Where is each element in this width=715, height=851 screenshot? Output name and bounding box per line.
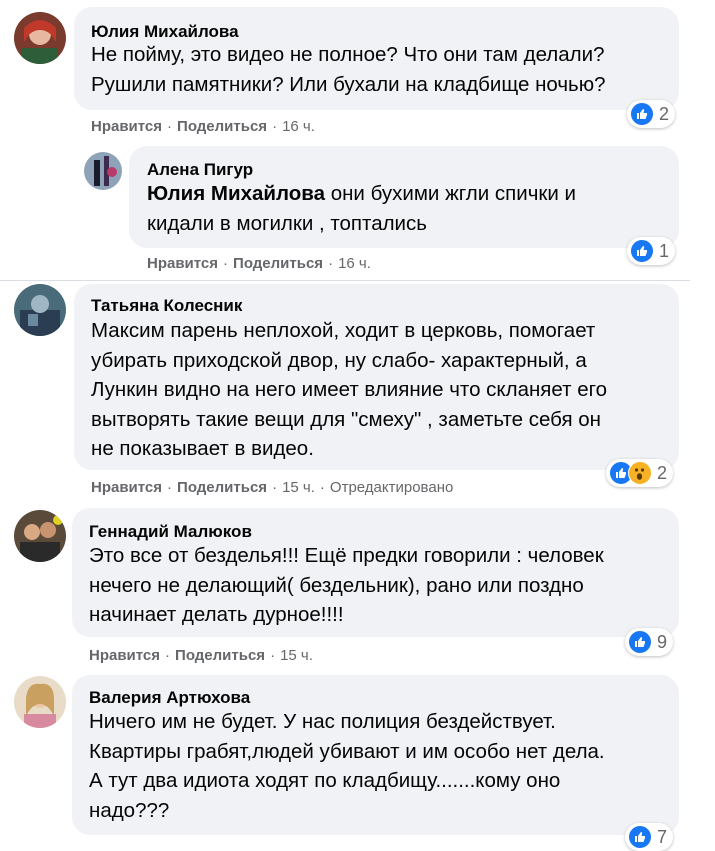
- mention-link[interactable]: Юлия Михайлова: [147, 182, 325, 205]
- comment-line: начинает делать дурное!!!!: [89, 603, 344, 626]
- comment-line: вытворять такие вещи для "смеху" , замет…: [91, 407, 601, 431]
- reply-actions: Нравится · Поделиться · 16 ч.: [147, 255, 371, 272]
- share-button[interactable]: Поделиться: [175, 647, 265, 664]
- comment-line: Рушили памятники? Или бухали на кладбище…: [91, 72, 606, 96]
- comment-line: Лункин видно на него имеет влияние что с…: [91, 378, 608, 401]
- share-button[interactable]: Поделиться: [177, 479, 267, 496]
- share-button[interactable]: Поделиться: [177, 118, 267, 135]
- like-button[interactable]: Нравится: [89, 647, 160, 664]
- like-icon: [630, 239, 654, 263]
- avatar[interactable]: [14, 510, 66, 562]
- edited-label[interactable]: Отредактировано: [330, 479, 453, 496]
- reactions-badge[interactable]: 2: [606, 459, 674, 487]
- comment-author[interactable]: Татьяна Колесник: [91, 296, 242, 316]
- reactions-badge[interactable]: 9: [625, 628, 674, 656]
- reply-text: Юлия Михайлова они бухими жгли спички и …: [147, 179, 576, 238]
- avatar[interactable]: [84, 152, 122, 190]
- like-button[interactable]: Нравится: [91, 479, 162, 496]
- comment-line: Не пойму, это видео не полное? Что они т…: [91, 43, 605, 66]
- like-button[interactable]: Нравится: [91, 118, 162, 135]
- comment-text: Максим парень неплохой, ходит в церковь,…: [91, 316, 607, 464]
- timestamp[interactable]: 16 ч.: [338, 255, 371, 272]
- comment-text: Не пойму, это видео не полное? Что они т…: [91, 40, 606, 99]
- avatar[interactable]: [14, 284, 66, 336]
- reactions-badge[interactable]: 2: [627, 100, 676, 128]
- comment-line: не показывает в видео.: [91, 437, 314, 460]
- reactions-badge[interactable]: 7: [625, 823, 674, 851]
- timestamp[interactable]: 16 ч.: [282, 118, 315, 135]
- comment-actions: Нравится · Поделиться · 16 ч.: [91, 118, 315, 135]
- reply-author[interactable]: Алена Пигур: [147, 160, 253, 180]
- like-icon: [630, 102, 654, 126]
- comment-line: кидали в могилки , топтались: [147, 211, 427, 235]
- comment-author[interactable]: Юлия Михайлова: [91, 22, 239, 42]
- comment-author[interactable]: Геннадий Малюков: [89, 522, 252, 542]
- comment-line: А тут два идиота ходят по кладбищу......…: [89, 769, 561, 792]
- avatar[interactable]: [14, 676, 66, 728]
- comment-author[interactable]: Валерия Артюхова: [89, 688, 250, 708]
- comment-line: убирать приходской двор, ну слабо- харак…: [91, 348, 587, 372]
- comment-actions: Нравится · Поделиться · 15 ч. · Отредактирован…: [91, 479, 454, 496]
- comment-line: Ничего им не будет. У нас полиция бездей…: [89, 710, 556, 733]
- like-button[interactable]: Нравится: [147, 255, 218, 272]
- share-button[interactable]: Поделиться: [233, 255, 323, 272]
- like-icon: [628, 630, 652, 654]
- comment-text: Ничего им не будет. У нас полиция бездей…: [89, 707, 605, 825]
- comment-line: Это все от безделья!!! Ещё предки говори…: [89, 544, 604, 567]
- comment-line: нечего не делающий( бездельник), рано ил…: [89, 573, 584, 597]
- comment-line: Квартиры грабят,людей убивают и им особо…: [89, 739, 605, 763]
- comment-line: Максим парень неплохой, ходит в церковь,…: [91, 319, 596, 342]
- avatar[interactable]: [14, 12, 66, 64]
- comment-line: надо???: [89, 798, 170, 822]
- divider: [0, 280, 690, 281]
- comment-actions: Нравится · Поделиться · 15 ч.: [89, 647, 313, 664]
- like-icon: [628, 825, 652, 849]
- reactions-badge[interactable]: 1: [627, 237, 676, 265]
- comment-text: Это все от безделья!!! Ещё предки говори…: [89, 541, 604, 630]
- wow-icon: [628, 461, 652, 485]
- timestamp[interactable]: 15 ч.: [280, 647, 313, 664]
- timestamp[interactable]: 15 ч.: [282, 479, 315, 496]
